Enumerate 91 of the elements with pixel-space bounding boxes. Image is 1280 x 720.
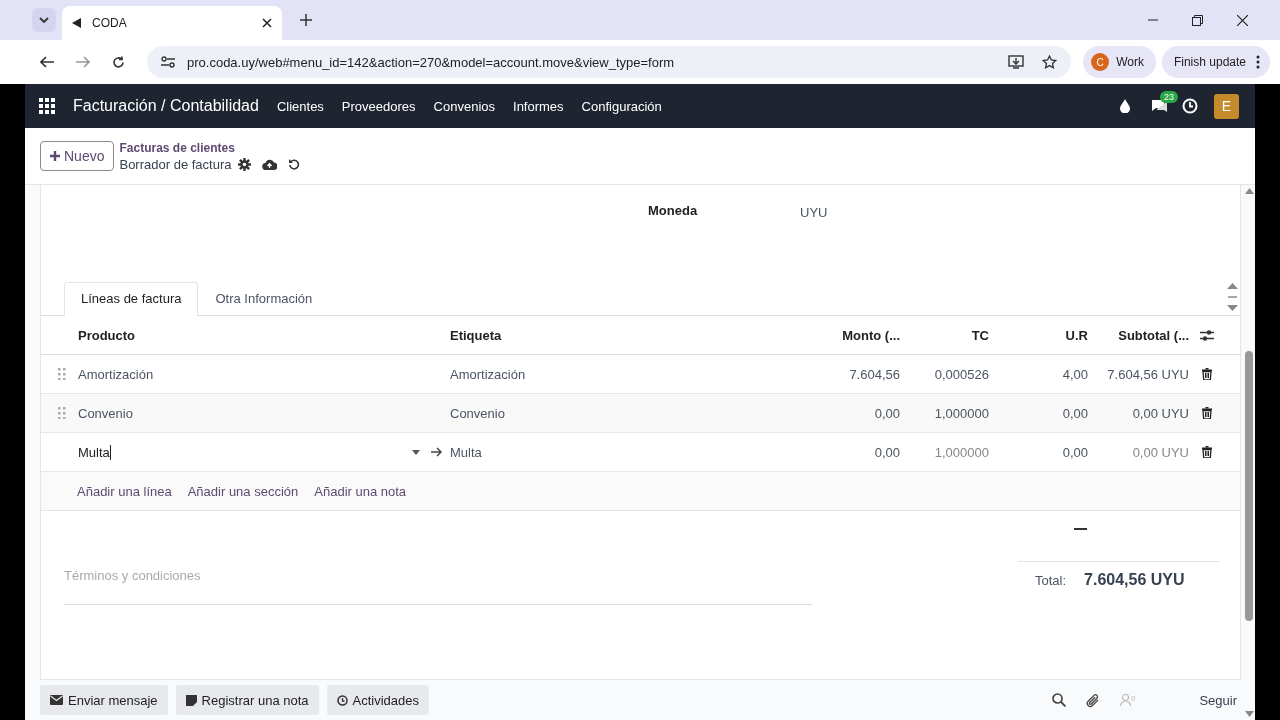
sliders-icon[interactable] <box>1199 328 1214 342</box>
star-icon[interactable] <box>1042 55 1058 69</box>
profile-button[interactable]: C Work <box>1083 46 1156 78</box>
dropdown-caret-icon[interactable] <box>412 449 420 455</box>
table-cell-text: 0,00 <box>873 405 900 421</box>
column-header[interactable]: Producto <box>78 327 450 343</box>
trash-icon[interactable] <box>1201 407 1212 419</box>
product-input[interactable]: Multa <box>78 444 401 460</box>
table-cell-text: 1,000000 <box>933 444 989 460</box>
apps-menu-icon[interactable] <box>39 98 55 114</box>
tab-search-button[interactable] <box>32 8 56 32</box>
table-cell-text: 4,00 <box>1061 366 1088 382</box>
clock-icon[interactable] <box>1182 98 1198 114</box>
message-count-badge: 23 <box>1160 91 1178 103</box>
site-icon <box>72 18 82 28</box>
total-label: Total: <box>1035 572 1067 588</box>
address-field[interactable]: pro.coda.uy/web#menu_id=142&action=270&model=account.move&view_type=form <box>147 46 1072 78</box>
close-icon[interactable] <box>262 18 272 28</box>
add-link[interactable]: Añadir una línea <box>77 483 172 499</box>
menu-item[interactable]: Configuración <box>581 98 662 114</box>
menu-item[interactable]: Proveedores <box>341 98 416 114</box>
column-header[interactable]: Subtotal (... <box>1088 327 1189 343</box>
arrow-right-icon[interactable] <box>431 447 442 457</box>
site-settings-icon[interactable] <box>161 56 175 68</box>
column-header[interactable]: Etiqueta <box>450 327 790 343</box>
drop-icon[interactable] <box>1120 99 1130 113</box>
app-title[interactable]: Facturación / Contabilidad <box>73 97 259 115</box>
table-cell-text: 1,000000 <box>933 405 989 421</box>
menu-item[interactable]: Convenios <box>433 98 495 114</box>
clock-icon <box>336 694 348 706</box>
field-label: Moneda <box>648 203 699 220</box>
chatter-button[interactable]: Actividades <box>326 685 430 715</box>
table-cell-text: 0,00 <box>873 444 900 460</box>
person-icon <box>1120 694 1132 706</box>
update-button[interactable]: Finish update <box>1161 46 1270 78</box>
scroll-arrows-icon[interactable] <box>1227 282 1238 312</box>
undo-icon[interactable] <box>288 158 301 170</box>
table-cell-text: 0,00 <box>1061 405 1088 421</box>
paperclip-icon[interactable] <box>1086 692 1101 708</box>
gear-icon[interactable] <box>238 157 252 171</box>
menu-item[interactable]: Clientes <box>276 98 324 114</box>
table-cell-text: Amortización <box>78 366 155 382</box>
form-tab[interactable]: Otra Información <box>198 282 330 316</box>
table-cell-text: 7.604,56 <box>848 366 900 382</box>
menu-item[interactable]: Informes <box>513 98 564 114</box>
plus-icon <box>50 151 60 161</box>
trash-icon[interactable] <box>1201 446 1212 458</box>
table-cell-text: 0,00 <box>1061 444 1088 460</box>
back-icon[interactable] <box>40 56 54 68</box>
table-cell-text: 0,000526 <box>933 366 989 382</box>
column-header[interactable]: TC <box>900 327 989 343</box>
scroll-up-icon[interactable] <box>1244 188 1254 194</box>
follow-button[interactable]: Seguir <box>1199 692 1237 708</box>
restore-icon[interactable] <box>1192 14 1203 26</box>
new-button[interactable]: Nuevo <box>40 141 115 171</box>
table-cell-text: Amortización <box>450 366 527 382</box>
add-link[interactable]: Añadir una sección <box>187 483 299 499</box>
column-header[interactable]: Monto (... <box>790 327 900 343</box>
browser-tab[interactable]: CODA <box>62 6 282 40</box>
note-icon <box>185 694 197 706</box>
search-icon[interactable] <box>1052 693 1067 707</box>
breadcrumb-link[interactable]: Facturas de clientes <box>119 140 301 155</box>
install-icon[interactable] <box>1008 55 1025 69</box>
field-value[interactable]: UYU <box>800 205 828 257</box>
add-link[interactable]: Añadir una nota <box>314 483 407 499</box>
close-icon[interactable] <box>1237 14 1248 26</box>
record-title: Borrador de factura <box>119 156 232 172</box>
chatter-button[interactable]: Registrar una nota <box>175 685 319 715</box>
column-header[interactable]: U.R <box>989 327 1088 343</box>
scroll-down-icon[interactable] <box>1244 711 1254 717</box>
more-icon <box>1256 55 1260 69</box>
table-cell-text: 0,00 UYU <box>1131 405 1189 421</box>
forward-icon[interactable] <box>76 56 90 68</box>
form-tab[interactable]: Líneas de factura <box>64 282 199 316</box>
table-cell-text: Multa <box>450 444 483 460</box>
drag-handle-icon[interactable] <box>57 407 66 419</box>
chatter-button[interactable]: Enviar mensaje <box>40 685 168 715</box>
table-cell-text: Convenio <box>78 405 134 421</box>
new-tab-icon[interactable] <box>300 14 312 26</box>
envelope-icon <box>50 695 63 705</box>
chevron-down-icon <box>39 17 49 23</box>
drag-handle-icon[interactable] <box>57 368 66 380</box>
chat-icon[interactable] <box>1150 98 1168 114</box>
trash-icon[interactable] <box>1201 368 1212 380</box>
table-cell-text: 7.604,56 UYU <box>1106 366 1189 382</box>
table-cell-text: Convenio <box>450 405 506 421</box>
tab-title: CODA <box>92 16 128 30</box>
cloud-upload-icon[interactable] <box>262 158 278 170</box>
total-value: 7.604,56 UYU <box>1084 571 1185 589</box>
table-cell-text: 0,00 UYU <box>1131 444 1189 460</box>
reload-icon[interactable] <box>112 55 125 69</box>
